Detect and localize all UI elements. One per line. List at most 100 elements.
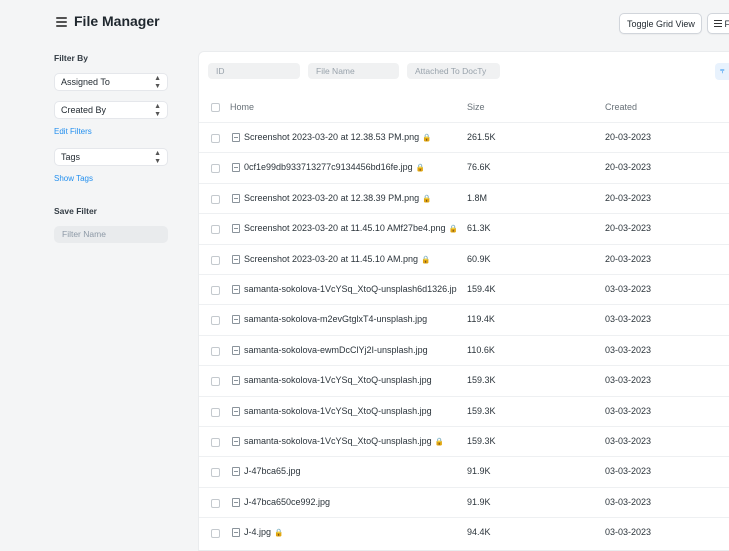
file-name-text: Screenshot 2023-03-20 at 11.45.10 AMf27b… [244, 223, 446, 234]
file-created-date: 03-03-2023 [605, 344, 652, 355]
file-created-date: 03-03-2023 [605, 375, 652, 386]
file-name[interactable]: Screenshot 2023-03-20 at 12.38.39 PM.png… [244, 193, 431, 203]
row-checkbox[interactable] [211, 194, 220, 204]
file-name-text: samanta-sokolova-m2evGtglxT4-unsplash.jp… [244, 314, 428, 325]
tags-select[interactable]: Tags ▲ ▼ [54, 148, 168, 166]
select-caret-icon: ▲ ▼ [154, 75, 161, 90]
file-name[interactable]: Screenshot 2023-03-20 at 11.45.10 AMf27b… [244, 223, 458, 233]
file-image-icon [232, 345, 240, 355]
row-checkbox[interactable] [211, 346, 220, 356]
file-image-icon [232, 133, 240, 142]
list-icon [714, 20, 722, 28]
table-row[interactable]: samanta-sokolova-ewmDcClYj2I-unsplash.jp… [199, 334, 729, 366]
file-created-date: 20-03-2023 [605, 223, 652, 234]
file-image-icon [232, 437, 240, 446]
file-image-icon [232, 163, 240, 173]
filter-name-input[interactable]: Filter Name [54, 226, 168, 243]
table-row[interactable]: Screenshot 2023-03-20 at 12.38.39 PM.png… [199, 182, 729, 214]
save-filter-label: Save Filter [54, 206, 97, 216]
file-image-icon [232, 376, 240, 386]
table-row[interactable]: samanta-sokolova-1VcYSq_XtoQ-unsplash.jp… [199, 426, 729, 457]
row-checkbox[interactable] [211, 286, 220, 295]
file-name-text: samanta-sokolova-1VcYSq_XtoQ-unsplash6d1… [244, 284, 457, 294]
lock-icon: 🔒 [420, 254, 431, 264]
file-list-panel: ID File Name Attached To DocTy ⫧ Home Si… [198, 51, 729, 551]
file-size: 159.4K [467, 284, 496, 294]
table-row[interactable]: Screenshot 2023-03-20 at 11.45.10 AM.png… [199, 243, 729, 275]
file-name-text: J-47bca650ce992.jpg [244, 496, 331, 507]
row-checkbox[interactable] [211, 468, 220, 478]
row-checkbox[interactable] [211, 255, 220, 265]
file-image-icon [232, 467, 240, 477]
file-name[interactable]: 0cf1e99db933713277c9134456bd16fe.jpg 🔒 [244, 162, 425, 172]
table-row[interactable]: J-47bca65.jpg 91.9K 03-03-2023 [199, 456, 729, 487]
lock-icon: 🔒 [422, 133, 432, 142]
select-caret-icon: ▲ ▼ [154, 150, 161, 165]
table-row[interactable]: Screenshot 2023-03-20 at 11.45.10 AMf27b… [199, 213, 729, 244]
created-by-select[interactable]: Created By ▲ ▼ [54, 101, 168, 119]
file-name[interactable]: samanta-sokolova-1VcYSq_XtoQ-unsplash6d1… [244, 284, 457, 294]
select-all-checkbox[interactable] [211, 103, 220, 112]
table-row[interactable]: samanta-sokolova-1VcYSq_XtoQ-unsplash6d1… [199, 274, 729, 305]
file-image-icon [232, 285, 240, 294]
file-name-filter-input[interactable]: File Name [308, 63, 399, 79]
file-name[interactable]: Screenshot 2023-03-20 at 11.45.10 AM.png… [244, 254, 430, 264]
menu-button[interactable]: F [707, 13, 729, 34]
file-created-date: 20-03-2023 [605, 132, 652, 142]
row-checkbox[interactable] [211, 134, 220, 143]
row-checkbox[interactable] [211, 529, 220, 539]
id-filter-input[interactable]: ID [208, 63, 300, 79]
file-size: 94.4K [467, 527, 491, 538]
table-row[interactable]: 0cf1e99db933713277c9134456bd16fe.jpg 🔒 76.… [199, 152, 729, 183]
file-name-text: samanta-sokolova-1VcYSq_XtoQ-unsplash.jp… [244, 405, 432, 416]
row-checkbox[interactable] [211, 438, 220, 447]
lock-icon: 🔒 [434, 437, 444, 446]
row-checkbox[interactable] [211, 316, 220, 326]
filter-button[interactable]: ⫧ [715, 63, 729, 80]
edit-filters-link[interactable]: Edit Filters [54, 127, 92, 136]
file-name-text: samanta-sokolova-1VcYSq_XtoQ-unsplash.jp… [244, 436, 432, 446]
file-name[interactable]: J-4.jpg 🔒 [244, 527, 283, 537]
file-created-date: 03-03-2023 [605, 436, 652, 446]
row-checkbox[interactable] [211, 377, 220, 387]
file-size: 60.9K [467, 253, 491, 264]
file-name[interactable]: samanta-sokolova-1VcYSq_XtoQ-unsplash.jp… [244, 406, 432, 416]
file-name-text: J-4.jpg [244, 527, 272, 538]
toggle-grid-view-button[interactable]: Toggle Grid View [619, 13, 702, 34]
table-row[interactable]: samanta-sokolova-1VcYSq_XtoQ-unsplash.jp… [199, 395, 729, 427]
show-tags-link[interactable]: Show Tags [54, 174, 93, 183]
file-name[interactable]: samanta-sokolova-1VcYSq_XtoQ-unsplash.jp… [244, 436, 444, 446]
file-name[interactable]: J-47bca65.jpg [244, 466, 301, 476]
table-row[interactable]: samanta-sokolova-m2evGtglxT4-unsplash.jp… [199, 304, 729, 335]
row-checkbox[interactable] [211, 225, 220, 235]
attached-to-filter-input[interactable]: Attached To DocTy [407, 63, 500, 79]
table-row[interactable]: Screenshot 2023-03-20 at 12.38.53 PM.png… [199, 122, 729, 153]
hamburger-menu-icon[interactable] [56, 17, 67, 27]
file-created-date: 20-03-2023 [605, 253, 652, 264]
table-row[interactable]: J-4.jpg 🔒 94.4K 03-03-2023 [199, 517, 729, 548]
file-name[interactable]: Screenshot 2023-03-20 at 12.38.53 PM.png… [244, 132, 431, 142]
file-name[interactable]: samanta-sokolova-m2evGtglxT4-unsplash.jp… [244, 314, 427, 324]
file-size: 91.9K [467, 466, 491, 477]
file-created-date: 03-03-2023 [605, 405, 652, 416]
tags-label: Tags [61, 152, 81, 162]
file-image-icon [232, 224, 240, 234]
column-header-name[interactable]: Home [230, 102, 254, 112]
file-size: 76.6K [467, 162, 491, 173]
file-size: 119.4K [467, 314, 495, 325]
file-image-icon [232, 528, 240, 538]
row-checkbox[interactable] [211, 498, 220, 508]
assigned-to-select[interactable]: Assigned To ▲ ▼ [54, 73, 168, 91]
lock-icon: 🔒 [422, 193, 432, 203]
row-checkbox[interactable] [211, 164, 220, 174]
lock-icon: 🔒 [274, 528, 284, 538]
file-image-icon [232, 315, 240, 325]
file-size: 261.5K [467, 132, 496, 142]
file-created-date: 20-03-2023 [605, 162, 652, 173]
table-row[interactable]: samanta-sokolova-1VcYSq_XtoQ-unsplash.jp… [199, 365, 729, 396]
file-name[interactable]: samanta-sokolova-1VcYSq_XtoQ-unsplash.jp… [244, 375, 432, 385]
file-name[interactable]: samanta-sokolova-ewmDcClYj2I-unsplash.jp… [244, 345, 428, 355]
row-checkbox[interactable] [211, 407, 220, 417]
table-row[interactable]: J-47bca650ce992.jpg 91.9K 03-03-2023 [199, 486, 729, 518]
file-name[interactable]: J-47bca650ce992.jpg [244, 497, 330, 507]
